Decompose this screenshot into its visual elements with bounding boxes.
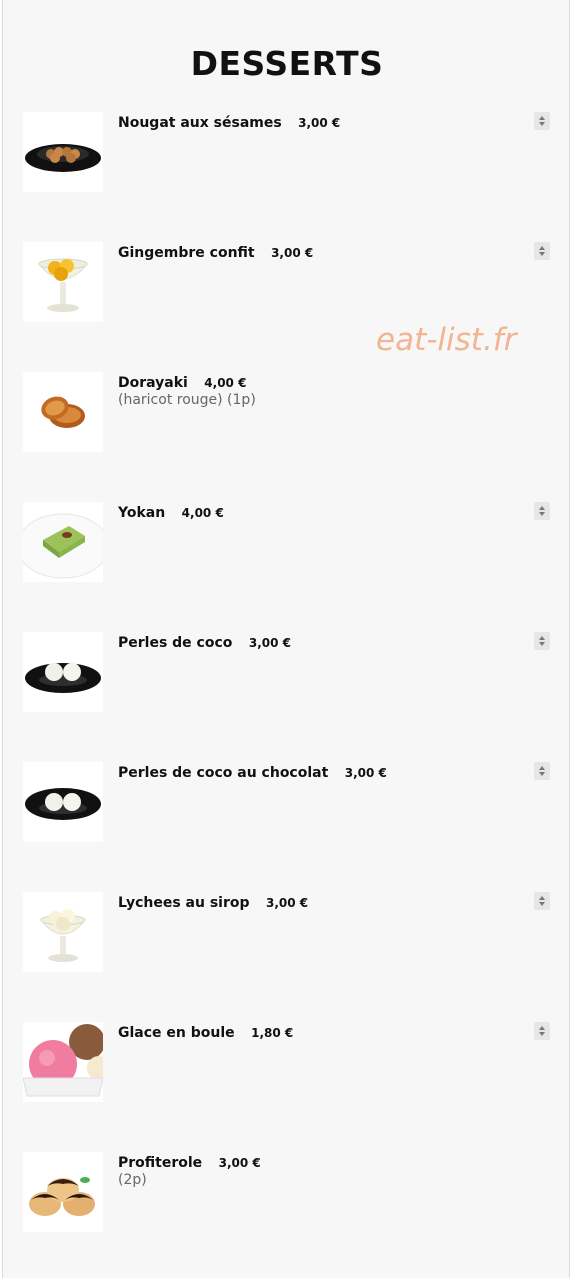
dish-photo: [23, 632, 103, 712]
item-price: 3,00 €: [218, 1156, 261, 1170]
quantity-stepper[interactable]: [534, 762, 550, 780]
quantity-stepper[interactable]: [534, 242, 550, 260]
chevron-up-icon: [539, 246, 545, 250]
item-name: Gingembre confit: [118, 245, 255, 261]
chevron-up-icon: [539, 1026, 545, 1030]
chevron-up-icon: [539, 636, 545, 640]
section-title: DESSERTS: [190, 44, 384, 83]
item-description: (2p): [118, 1172, 147, 1188]
item-price: 3,00 €: [298, 116, 341, 130]
item-price: 3,00 €: [265, 896, 309, 910]
item-price: 4,00 €: [181, 506, 224, 520]
chevron-up-icon: [539, 766, 545, 770]
menu-item[interactable]: Dorayaki 4,00 € (haricot rouge) (1p): [0, 372, 574, 462]
item-price: 4,00 €: [204, 376, 247, 390]
menu-item[interactable]: Gingembre confit 3,00 €: [0, 242, 574, 332]
item-name: Perles de coco: [118, 635, 233, 651]
dish-photo: [23, 762, 103, 842]
item-name: Lychees au sirop: [118, 895, 250, 911]
chevron-down-icon: [539, 252, 545, 256]
item-name: Nougat aux sésames: [118, 115, 282, 131]
quantity-stepper[interactable]: [534, 632, 550, 650]
chevron-up-icon: [539, 896, 545, 900]
menu-item[interactable]: Lychees au sirop 3,00 €: [0, 892, 574, 982]
item-name: Perles de coco au chocolat: [118, 765, 329, 781]
menu-item[interactable]: Profiterole 3,00 € (2p): [0, 1152, 574, 1242]
quantity-stepper[interactable]: [534, 112, 550, 130]
item-description: (haricot rouge) (1p): [118, 392, 256, 408]
dish-photo: [23, 502, 103, 582]
item-price: 3,00 €: [344, 766, 387, 780]
menu-item[interactable]: Nougat aux sésames 3,00 €: [0, 112, 574, 202]
item-price: 3,00 €: [271, 246, 314, 260]
item-price: 3,00 €: [248, 636, 291, 650]
dish-photo: [23, 1022, 103, 1102]
item-name: Glace en boule: [118, 1025, 235, 1041]
menu-item[interactable]: Yokan 4,00 €: [0, 502, 574, 592]
dish-photo: [23, 112, 103, 192]
dish-photo: [23, 892, 103, 972]
item-name: Yokan: [118, 505, 166, 521]
chevron-down-icon: [539, 122, 545, 126]
quantity-stepper[interactable]: [534, 502, 550, 520]
item-price: 1,80 €: [251, 1026, 294, 1040]
quantity-stepper[interactable]: [534, 1022, 550, 1040]
chevron-down-icon: [539, 902, 545, 906]
menu-item[interactable]: Glace en boule 1,80 €: [0, 1022, 574, 1112]
menu-item[interactable]: Perles de coco au chocolat 3,00 €: [0, 762, 574, 852]
item-name: Profiterole: [118, 1155, 203, 1171]
dish-photo: [23, 1152, 103, 1232]
chevron-up-icon: [539, 506, 545, 510]
chevron-up-icon: [539, 116, 545, 120]
dish-photo: [23, 242, 103, 322]
item-name: Dorayaki: [118, 375, 188, 391]
chevron-down-icon: [539, 642, 545, 646]
chevron-down-icon: [539, 772, 545, 776]
quantity-stepper[interactable]: [534, 892, 550, 910]
dish-photo: [23, 372, 103, 452]
chevron-down-icon: [539, 1032, 545, 1036]
chevron-down-icon: [539, 512, 545, 516]
menu-item[interactable]: Perles de coco 3,00 €: [0, 632, 574, 722]
